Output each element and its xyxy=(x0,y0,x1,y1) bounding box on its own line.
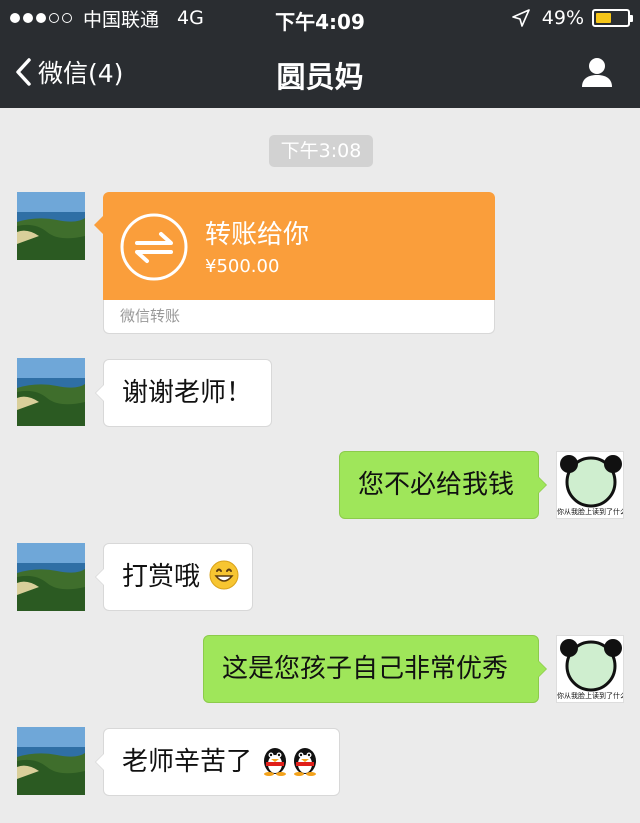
sticker-caption: 你从我脸上读到了什么 xyxy=(557,508,624,516)
transfer-card[interactable]: 转账给你 ¥500.00 微信转账 xyxy=(94,192,495,334)
penguin-emoji-icon xyxy=(294,747,317,776)
landscape-avatar-image xyxy=(17,192,85,260)
message-text: 打赏哦 xyxy=(122,562,201,592)
message-text: 您不必给我钱 xyxy=(358,470,515,500)
chat-title: 圆员妈 xyxy=(276,60,364,94)
landscape-avatar-image xyxy=(17,543,85,611)
contact-avatar[interactable] xyxy=(17,727,85,795)
landscape-avatar-image xyxy=(17,358,85,426)
battery-percentage: 49% xyxy=(541,7,584,29)
message-text: 谢谢老师！ xyxy=(122,378,253,408)
transfer-title: 转账给你 xyxy=(205,220,310,250)
contact-avatar[interactable] xyxy=(17,543,85,611)
transfer-amount: ¥500.00 xyxy=(205,256,280,277)
user-avatar[interactable]: 你从我脸上读到了什么 xyxy=(556,635,624,703)
contact-avatar[interactable] xyxy=(17,358,85,426)
sticker-caption: 你从我脸上读到了什么 xyxy=(557,692,624,700)
transfer-arrows-icon xyxy=(120,213,188,281)
message-text: 老师辛苦了 xyxy=(122,747,253,777)
status-right: 49% xyxy=(511,6,633,30)
message-bubble-incoming[interactable]: 谢谢老师！ xyxy=(95,359,272,427)
landscape-avatar-image xyxy=(17,727,85,795)
transfer-card-header: 转账给你 ¥500.00 xyxy=(94,192,495,300)
battery-icon xyxy=(592,9,633,27)
message-bubble-incoming[interactable]: 打赏哦 xyxy=(95,543,253,611)
user-avatar[interactable]: 你从我脸上读到了什么 xyxy=(556,451,624,519)
penguin-emoji-icon xyxy=(264,747,287,776)
nav-bar: 微信(4) 圆员妈 xyxy=(0,36,640,108)
battery-level-fill xyxy=(596,13,611,23)
location-arrow-icon xyxy=(511,9,530,27)
message-bubble-outgoing[interactable]: 您不必给我钱 xyxy=(339,451,547,519)
message-bubble-outgoing[interactable]: 这是您孩子自己非常优秀 xyxy=(203,635,547,703)
person-icon[interactable] xyxy=(580,56,614,88)
grinning-face-emoji-icon xyxy=(209,560,239,589)
panda-sticker-image xyxy=(557,636,623,692)
message-bubble-incoming[interactable]: 老师辛苦了 xyxy=(95,728,340,796)
message-text: 这是您孩子自己非常优秀 xyxy=(222,654,509,684)
message-timestamp: 下午3:08 xyxy=(269,135,373,167)
contact-avatar[interactable] xyxy=(17,192,85,260)
panda-sticker-image xyxy=(557,452,623,508)
transfer-footer: 微信转账 xyxy=(103,300,495,334)
status-bar: 中国联通 4G 下午4:09 49% xyxy=(0,0,640,36)
